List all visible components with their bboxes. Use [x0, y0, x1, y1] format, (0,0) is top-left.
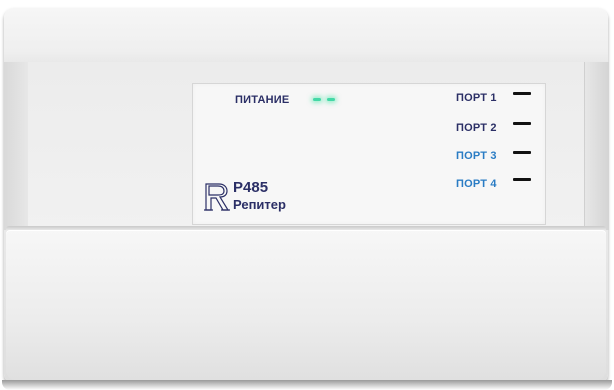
port-4-label: ПОРТ 4 — [456, 178, 497, 190]
power-label: ПИТАНИЕ — [235, 94, 290, 106]
port-3-label: ПОРТ 3 — [456, 150, 497, 162]
photo-scene: ПИТАНИЕ ПОРТ 1 ПОРТ 2 ПОРТ 3 ПОРТ 4 P485… — [0, 0, 614, 390]
front-label-panel: ПИТАНИЕ ПОРТ 1 ПОРТ 2 ПОРТ 3 ПОРТ 4 P485… — [192, 83, 546, 225]
power-led-icon — [313, 98, 321, 101]
brand-model: P485 — [233, 179, 269, 196]
brand-subtitle: Репитер — [233, 197, 286, 212]
port-3-indicator-icon — [513, 151, 531, 154]
port-1-indicator-icon — [513, 92, 531, 95]
brand-logo-icon — [204, 183, 230, 211]
device-left-side — [4, 62, 29, 230]
port-2-label: ПОРТ 2 — [456, 122, 497, 134]
port-4-indicator-icon — [513, 178, 531, 181]
power-led-icon — [327, 98, 335, 101]
port-2-indicator-icon — [513, 122, 531, 125]
device-lower-cover — [6, 230, 606, 380]
port-1-label: ПОРТ 1 — [456, 92, 497, 104]
device-shadow — [2, 380, 612, 390]
device-right-side — [584, 62, 609, 230]
